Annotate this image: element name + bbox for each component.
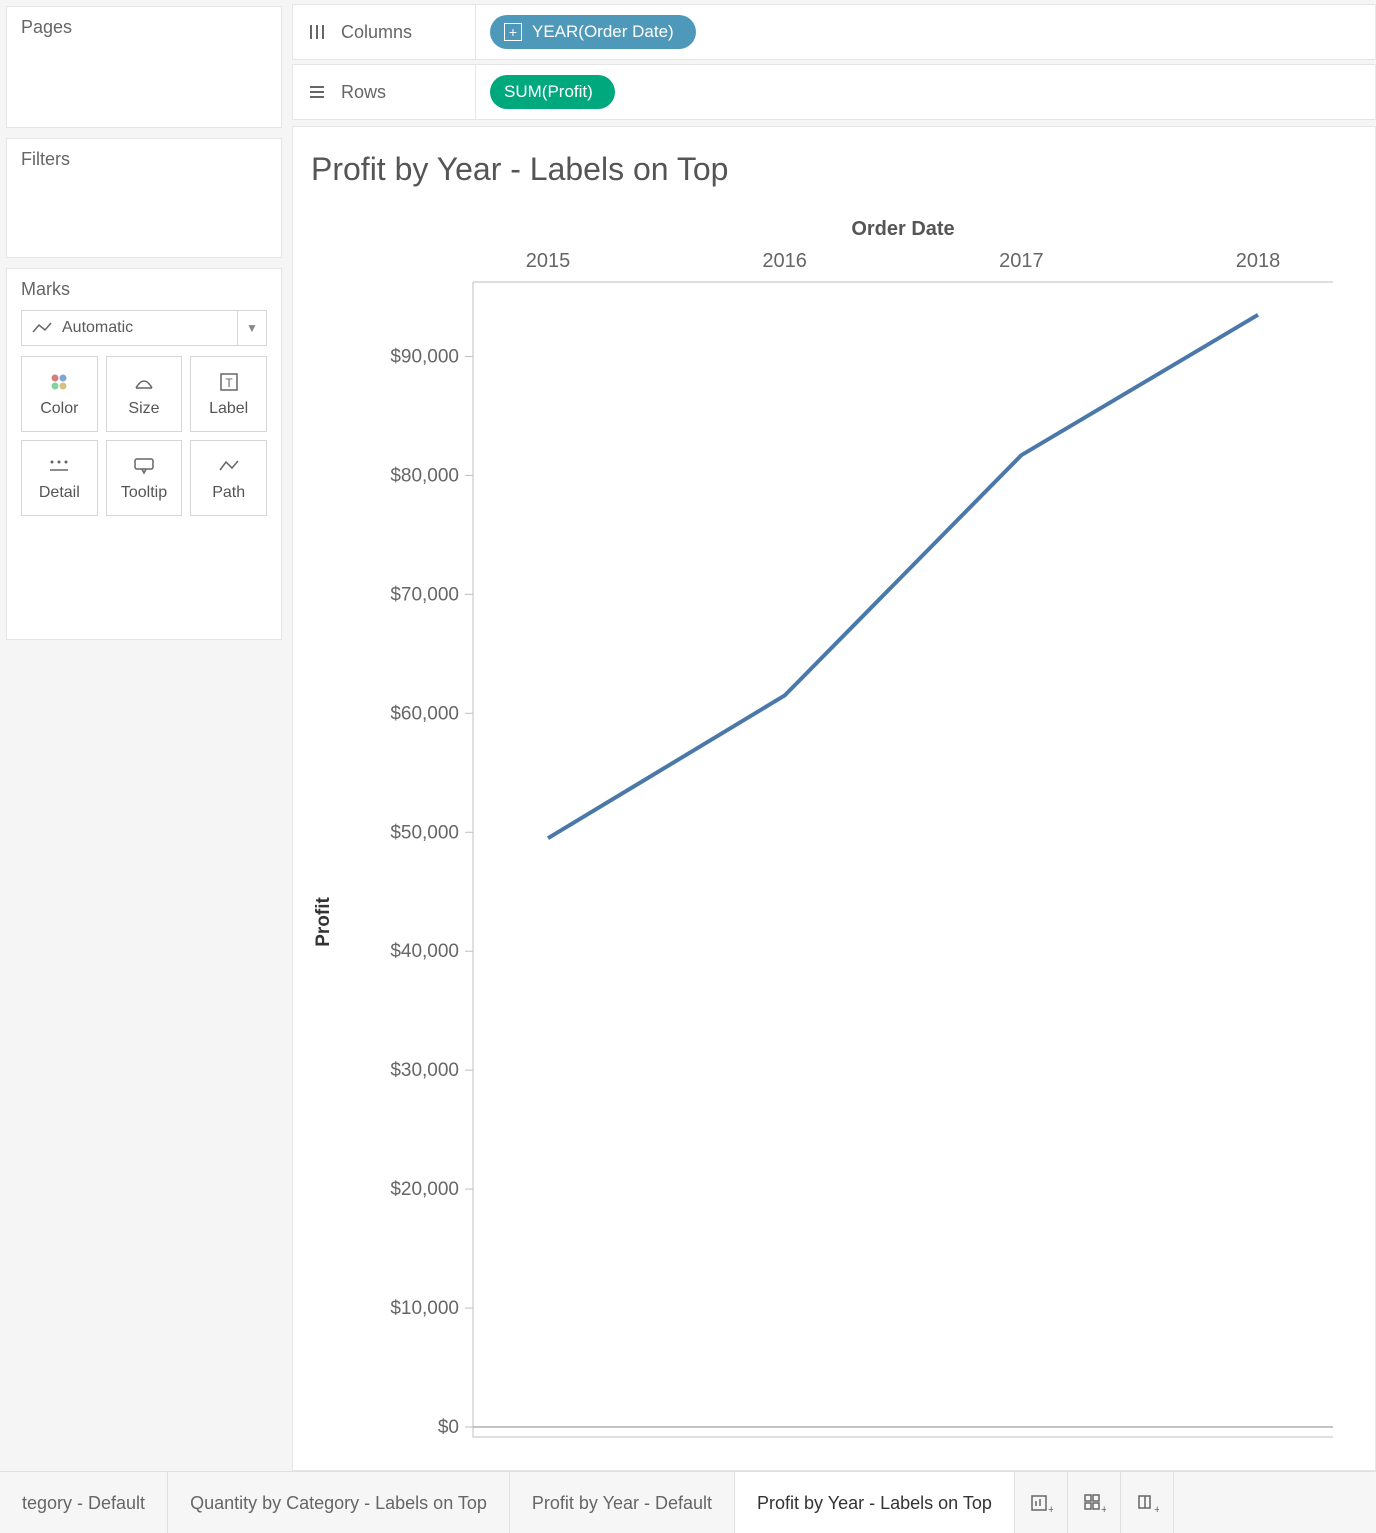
tooltip-icon <box>133 454 155 478</box>
worksheet-tabs: tegory - Default Quantity by Category - … <box>0 1471 1376 1533</box>
size-icon <box>132 370 156 394</box>
svg-text:$80,000: $80,000 <box>390 465 459 486</box>
new-worksheet-button[interactable]: + <box>1015 1472 1068 1533</box>
marks-btn-label: Tooltip <box>121 484 167 502</box>
chevron-down-icon[interactable]: ▼ <box>237 311 266 345</box>
marks-card: Marks Automatic ▼ Color <box>6 268 282 640</box>
tab-category-default[interactable]: tegory - Default <box>0 1472 168 1533</box>
marks-btn-label: Size <box>128 400 159 418</box>
columns-icon <box>293 22 341 42</box>
marks-tooltip-button[interactable]: Tooltip <box>106 440 183 516</box>
rows-label: Rows <box>341 65 476 119</box>
svg-text:2016: 2016 <box>762 250 807 272</box>
rows-pill[interactable]: SUM(Profit) <box>490 75 615 109</box>
filters-title: Filters <box>7 139 281 178</box>
line-icon <box>32 321 52 335</box>
tab-profit-by-year-default[interactable]: Profit by Year - Default <box>510 1472 735 1533</box>
marks-btn-label: Detail <box>39 484 80 502</box>
pill-text: SUM(Profit) <box>504 82 593 102</box>
svg-text:Order Date: Order Date <box>851 218 954 240</box>
marks-color-button[interactable]: Color <box>21 356 98 432</box>
columns-pill[interactable]: + YEAR(Order Date) <box>490 15 696 49</box>
marks-btn-label: Color <box>40 400 78 418</box>
detail-icon <box>48 454 70 478</box>
columns-label: Columns <box>341 5 476 59</box>
svg-text:$60,000: $60,000 <box>390 703 459 724</box>
marks-size-button[interactable]: Size <box>106 356 183 432</box>
expand-icon: + <box>504 23 522 41</box>
svg-text:2015: 2015 <box>526 250 571 272</box>
svg-text:T: T <box>225 376 233 390</box>
new-dashboard-button[interactable]: + <box>1068 1472 1121 1533</box>
left-panel: Pages Filters Marks Automatic ▼ <box>0 0 288 1471</box>
svg-text:$10,000: $10,000 <box>390 1298 459 1319</box>
marks-detail-button[interactable]: Detail <box>21 440 98 516</box>
svg-text:$0: $0 <box>438 1417 459 1438</box>
marks-type-label: Automatic <box>62 319 133 337</box>
svg-text:$50,000: $50,000 <box>390 822 459 843</box>
tab-profit-by-year-labels-top[interactable]: Profit by Year - Labels on Top <box>735 1472 1015 1533</box>
svg-text:Profit: Profit <box>313 897 334 947</box>
label-icon: T <box>219 370 239 394</box>
main-area: Columns + YEAR(Order Date) Rows SUM(Prof… <box>288 0 1376 1471</box>
svg-text:2017: 2017 <box>999 250 1043 272</box>
tab-quantity-by-category[interactable]: Quantity by Category - Labels on Top <box>168 1472 510 1533</box>
marks-label-button[interactable]: T Label <box>190 356 267 432</box>
path-icon <box>218 454 240 478</box>
svg-text:$70,000: $70,000 <box>390 584 459 605</box>
marks-title: Marks <box>7 269 281 308</box>
pill-text: YEAR(Order Date) <box>532 22 674 42</box>
rows-icon <box>293 82 341 102</box>
svg-text:$40,000: $40,000 <box>390 941 459 962</box>
svg-text:$20,000: $20,000 <box>390 1179 459 1200</box>
svg-text:2018: 2018 <box>1236 250 1281 272</box>
svg-text:$90,000: $90,000 <box>390 346 459 367</box>
marks-btn-label: Label <box>209 400 248 418</box>
marks-btn-label: Path <box>212 484 245 502</box>
pages-title: Pages <box>7 7 281 46</box>
marks-type-dropdown[interactable]: Automatic ▼ <box>21 310 267 346</box>
rows-shelf[interactable]: Rows SUM(Profit) <box>292 64 1376 120</box>
marks-path-button[interactable]: Path <box>190 440 267 516</box>
viz-canvas[interactable]: Profit by Year - Labels on Top Order Dat… <box>292 126 1376 1471</box>
svg-text:$30,000: $30,000 <box>390 1060 459 1081</box>
svg-text:+: + <box>1048 1504 1053 1515</box>
svg-text:+: + <box>1101 1504 1106 1515</box>
new-story-button[interactable]: + <box>1121 1472 1174 1533</box>
chart-svg: Order Date 2015 2016 2017 2018 $0 $10,000 $20,0… <box>293 127 1373 1467</box>
filters-card[interactable]: Filters <box>6 138 282 258</box>
svg-text:+: + <box>1154 1504 1159 1515</box>
color-icon <box>48 370 70 394</box>
pages-card[interactable]: Pages <box>6 6 282 128</box>
columns-shelf[interactable]: Columns + YEAR(Order Date) <box>292 4 1376 60</box>
